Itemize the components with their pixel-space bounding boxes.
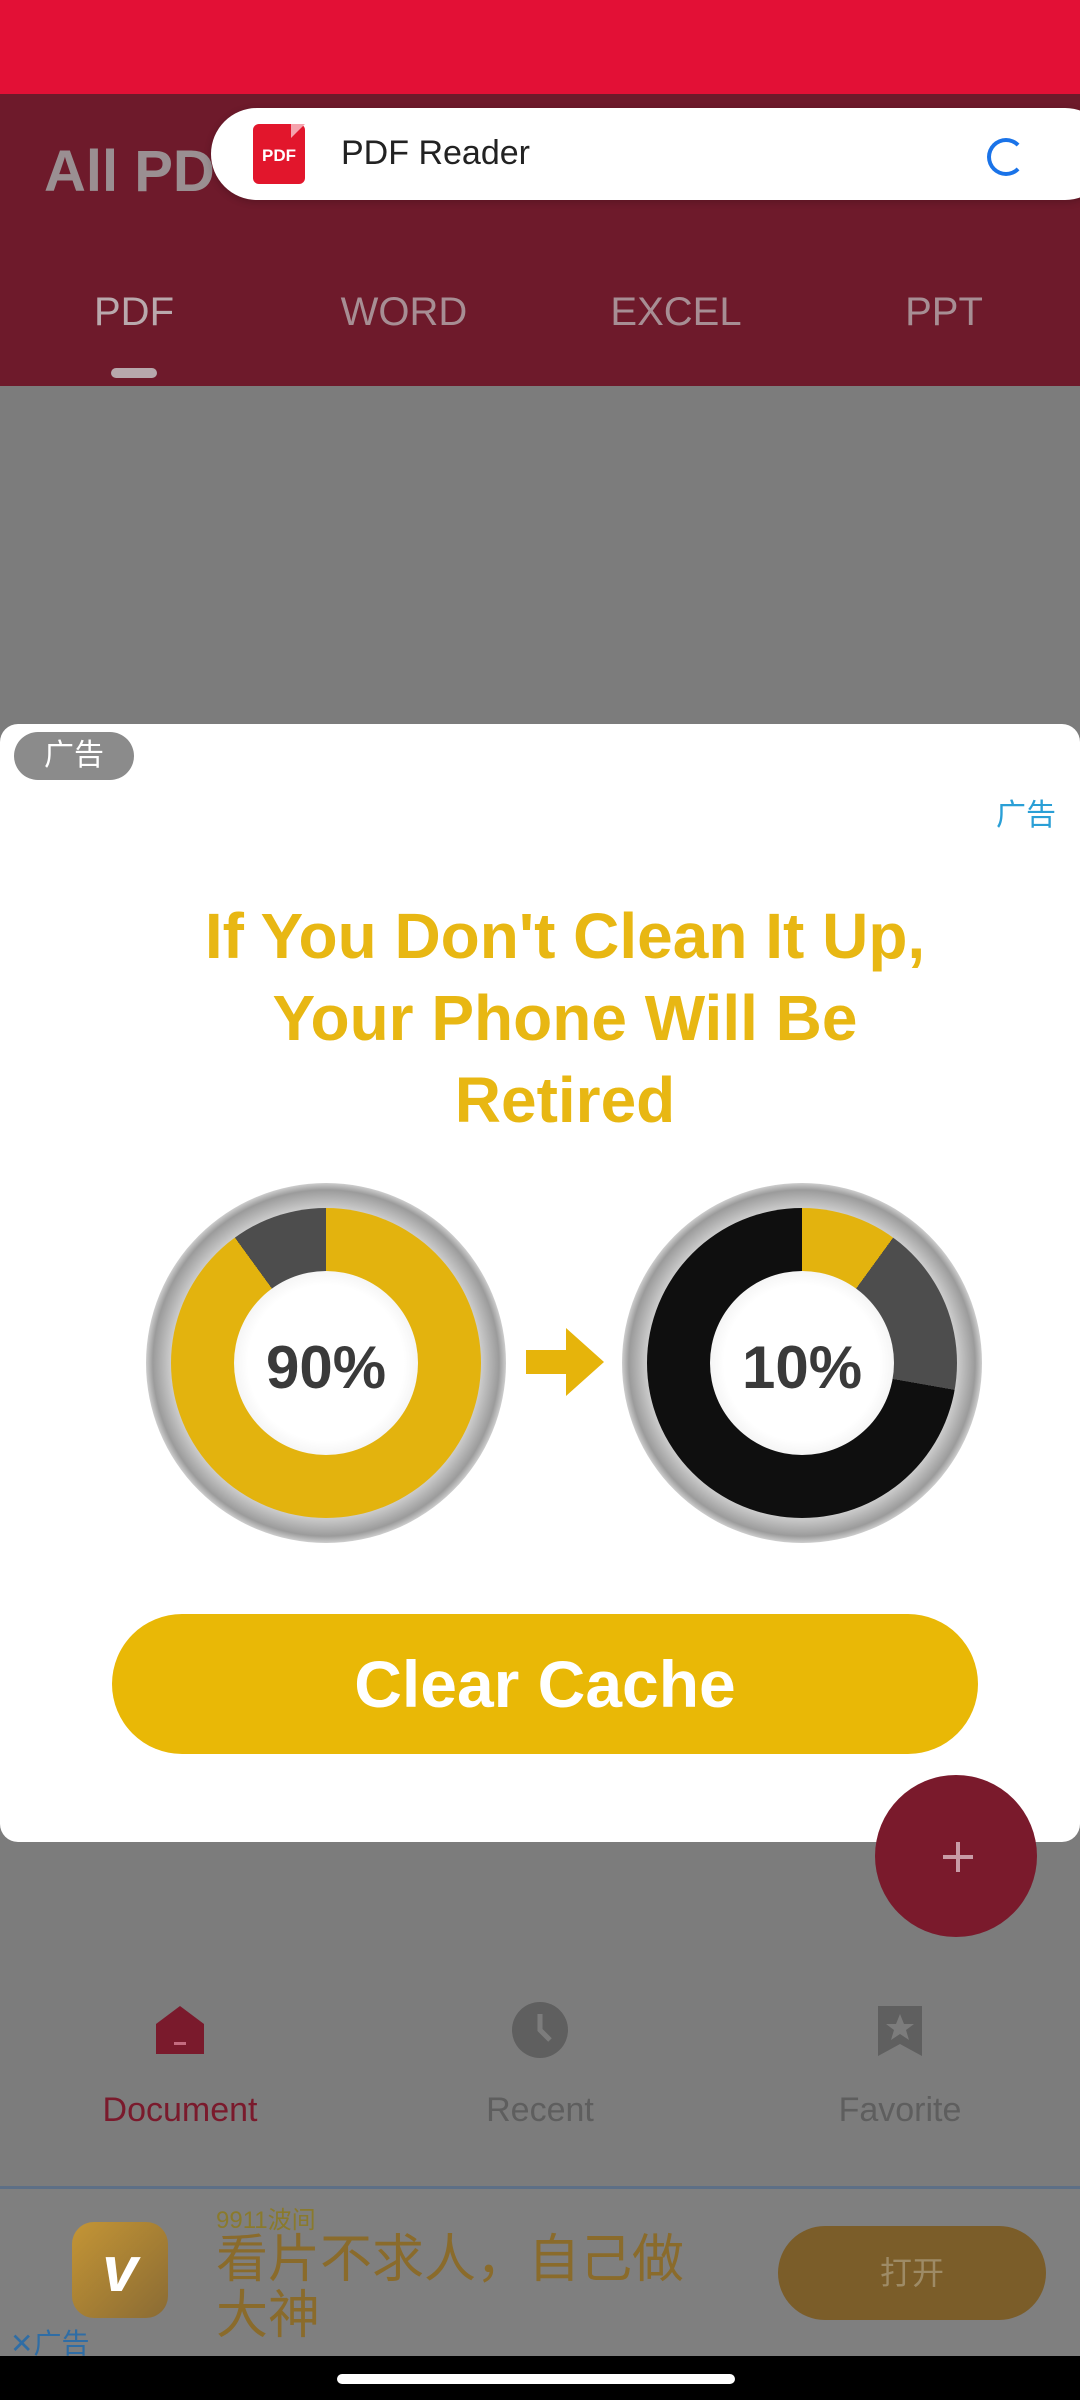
- tab-pdf[interactable]: PDF: [34, 290, 234, 335]
- storage-dial-clean: 10%: [622, 1183, 982, 1543]
- close-icon: ✕: [10, 2328, 34, 2359]
- nav-recent[interactable]: Recent: [390, 2000, 690, 2130]
- page-title: All PD: [44, 139, 215, 204]
- ad-headline-line: Your Phone Will Be: [272, 982, 858, 1054]
- ad-info-link[interactable]: 广告: [996, 790, 1056, 834]
- banner-brand: 9911波间: [216, 2207, 316, 2234]
- nav-label: Favorite: [838, 2091, 962, 2129]
- vimeo-icon: v: [72, 2222, 168, 2318]
- home-icon: [156, 2006, 204, 2054]
- right-arrow-icon: [526, 1328, 604, 1396]
- tab-word[interactable]: WORD: [304, 290, 504, 335]
- nav-label: Document: [102, 2091, 258, 2129]
- active-tab-indicator: [111, 368, 157, 378]
- add-file-button[interactable]: [875, 1775, 1037, 1937]
- clear-cache-button[interactable]: Clear Cache: [112, 1614, 978, 1754]
- home-indicator: [0, 2356, 1080, 2400]
- tab-ppt[interactable]: PPT: [844, 290, 1044, 335]
- ad-headline-line: If You Don't Clean It Up,: [204, 900, 926, 972]
- storage-dial-full: 90%: [146, 1183, 506, 1543]
- nav-document[interactable]: Document: [30, 2000, 330, 2130]
- nav-favorite[interactable]: Favorite: [750, 2000, 1050, 2130]
- dial-center: 90%: [234, 1271, 418, 1455]
- loading-spinner-icon: [987, 138, 1025, 176]
- ad-headline: If You Don't Clean It Up, Your Phone Wil…: [120, 895, 1010, 1141]
- toast-title: PDF Reader: [341, 134, 530, 172]
- banner-text: 看片不求人，自己做大神: [216, 2231, 685, 2345]
- ad-headline-line: Retired: [454, 1064, 676, 1136]
- ad-badge: 广告: [14, 732, 134, 780]
- bookmark-star-icon: [878, 2006, 922, 2056]
- banner-open-button[interactable]: 打开: [778, 2226, 1046, 2320]
- clock-icon: [512, 2002, 568, 2058]
- pdf-reader-toast[interactable]: PDF PDF Reader: [211, 108, 1080, 200]
- pdf-file-icon: PDF: [253, 124, 305, 184]
- tab-bar: PDF WORD EXCEL PPT: [0, 270, 1080, 360]
- dial-percentage: 10%: [741, 1334, 863, 1401]
- dial-percentage: 90%: [265, 1334, 387, 1401]
- banner-ad-label: 广告: [33, 2328, 90, 2359]
- tab-excel[interactable]: EXCEL: [576, 290, 776, 335]
- bottom-navigation: Document Recent Favorite: [0, 1940, 1080, 2182]
- nav-label: Recent: [486, 2091, 594, 2129]
- status-bar: [0, 0, 1080, 94]
- dial-center: 10%: [710, 1271, 894, 1455]
